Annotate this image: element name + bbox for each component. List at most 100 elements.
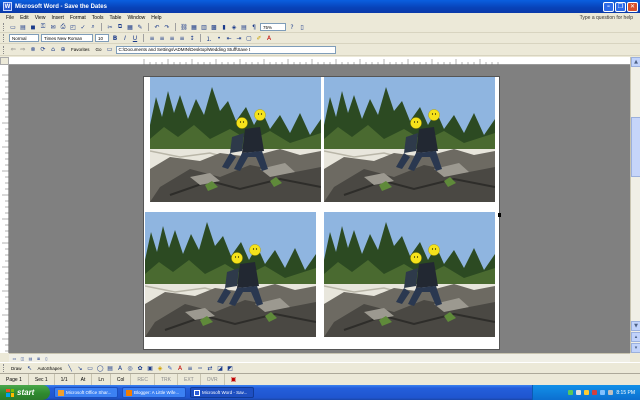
numbering-icon[interactable]: ⒈ [205,34,213,43]
style-select[interactable]: Normal [9,34,39,42]
line-spacing-icon[interactable]: ↕ [188,34,196,42]
research-icon[interactable]: ⌕ [89,23,97,31]
toolbar-grip[interactable] [3,364,5,372]
permission-icon[interactable]: ⚿ [39,23,47,31]
underline-icon[interactable]: U [131,34,139,42]
diagram-icon[interactable]: ◎ [126,364,134,372]
format-painter-icon[interactable]: ✎ [136,23,144,31]
status-ext[interactable]: EXT [178,374,201,385]
tables-borders-icon[interactable]: ▦ [190,23,198,31]
save-icon[interactable]: ◼ [29,23,37,31]
line-color-icon[interactable]: ✎ [166,364,174,372]
insert-excel-icon[interactable]: ▩ [210,23,218,31]
italic-icon[interactable]: I [121,34,129,42]
menu-file[interactable]: File [3,15,17,21]
photo-bottom-right[interactable] [324,212,495,337]
select-objects-icon[interactable]: ↖ [26,364,34,372]
status-rec[interactable]: REC [131,374,155,385]
ruler-corner-tab-selector[interactable] [0,57,9,65]
bullets-icon[interactable]: • [215,34,223,42]
justify-icon[interactable]: ≡ [178,34,186,42]
draw-menu[interactable]: Draw [9,366,24,371]
align-center-icon[interactable]: ≡ [158,34,166,42]
align-right-icon[interactable]: ≡ [168,34,176,42]
scroll-up-icon[interactable]: ▲ [631,57,640,67]
status-ovr[interactable]: OVR [201,374,225,385]
print-preview-icon[interactable]: ◰ [69,23,77,31]
previous-page-icon[interactable]: ▴ [631,332,640,342]
vertical-scrollbar[interactable]: ▲ ▼ ▴ ▾ [630,57,640,353]
address-field[interactable]: C:\Documents and Settings\ADMIN\Desktop\… [115,45,336,54]
menu-edit[interactable]: Edit [17,15,32,21]
email-icon[interactable]: ✉ [49,23,57,31]
print-icon[interactable]: ⎙ [59,23,67,31]
start-button[interactable]: start [0,385,50,400]
photo-bottom-left[interactable] [145,212,316,337]
task-office-sharepoint[interactable]: Microsoft Office Shar... [54,387,118,398]
align-left-icon[interactable]: ≡ [148,34,156,42]
normal-view-icon[interactable]: ▭ [11,355,18,361]
horizontal-scrollbar[interactable]: ▭ ◫ ▤ ≣ ▯ [9,353,630,362]
show-hide-icon[interactable]: ¶ [250,23,258,31]
volume-icon[interactable] [576,390,582,395]
undo-icon[interactable]: ↶ [153,23,161,31]
photo-top-right[interactable] [324,77,495,202]
menu-table[interactable]: Table [106,15,124,21]
3d-icon[interactable]: ◩ [226,364,234,372]
help-icon[interactable]: ? [288,23,296,31]
search-web-icon[interactable]: ⊕ [59,46,67,54]
word-icon[interactable]: W [3,2,12,11]
read-icon[interactable]: ▯ [298,23,306,31]
print-layout-view-icon[interactable]: ▤ [27,355,34,361]
status-trk[interactable]: TRK [155,374,178,385]
menu-insert[interactable]: Insert [48,15,67,21]
bold-icon[interactable]: B [111,34,119,42]
spelling-status-icon[interactable]: ▣ [225,374,243,385]
document-map-icon[interactable]: ▤ [240,23,248,31]
draw-font-color-icon[interactable]: A [176,364,184,372]
document-page[interactable] [143,76,501,350]
messenger-icon[interactable] [600,390,606,395]
textbox-icon[interactable]: ▤ [106,364,114,372]
menu-help[interactable]: Help [148,15,164,21]
horizontal-ruler[interactable] [9,57,630,65]
columns-icon[interactable]: ▮ [220,23,228,31]
antivirus-icon[interactable] [592,390,598,395]
decrease-indent-icon[interactable]: ⇤ [225,34,233,42]
line-icon[interactable]: ╲ [66,364,74,372]
home-icon[interactable]: ⌂ [49,46,57,54]
go-menu[interactable]: Go [94,47,104,52]
minimize-button[interactable]: – [603,1,614,12]
copy-icon[interactable]: ⧉ [116,23,124,31]
network-icon[interactable] [568,390,574,395]
vertical-ruler[interactable] [0,65,9,353]
picture-icon[interactable]: ▣ [146,364,154,372]
printer-tray-icon[interactable] [608,390,614,395]
security-icon[interactable] [584,390,590,395]
scroll-thumb[interactable] [631,117,640,177]
reading-layout-view-icon[interactable]: ▯ [43,355,50,361]
spelling-icon[interactable]: ✓ [79,23,87,31]
redo-icon[interactable]: ↷ [163,23,171,31]
forward-icon[interactable]: ⇨ [19,46,27,54]
outside-border-icon[interactable]: ▢ [245,34,253,42]
paste-icon[interactable]: ▦ [126,23,134,31]
toolbar-grip[interactable] [3,23,5,31]
menu-tools[interactable]: Tools [89,15,107,21]
highlight-icon[interactable]: ✐ [255,34,263,42]
new-document-icon[interactable]: ▭ [9,23,17,31]
drawing-icon[interactable]: ◈ [230,23,238,31]
menu-view[interactable]: View [32,15,49,21]
photo-top-left[interactable] [150,77,321,202]
wordart-icon[interactable]: A [116,364,124,372]
insert-table-icon[interactable]: ▥ [200,23,208,31]
rectangle-icon[interactable]: ▭ [86,364,94,372]
zoom-select[interactable]: 75% [260,23,286,31]
help-question-box[interactable]: Type a question for help [577,15,636,21]
task-microsoft-word[interactable]: Microsoft Word - Sav... [190,387,254,398]
fill-color-icon[interactable]: ◈ [156,364,164,372]
task-blogger[interactable]: Blogger: A Little Wife... [122,387,186,398]
font-select[interactable]: Times New Roman [41,34,93,42]
hyperlink-icon[interactable]: ⛓ [180,23,188,31]
maximize-button[interactable]: ❐ [615,1,626,12]
